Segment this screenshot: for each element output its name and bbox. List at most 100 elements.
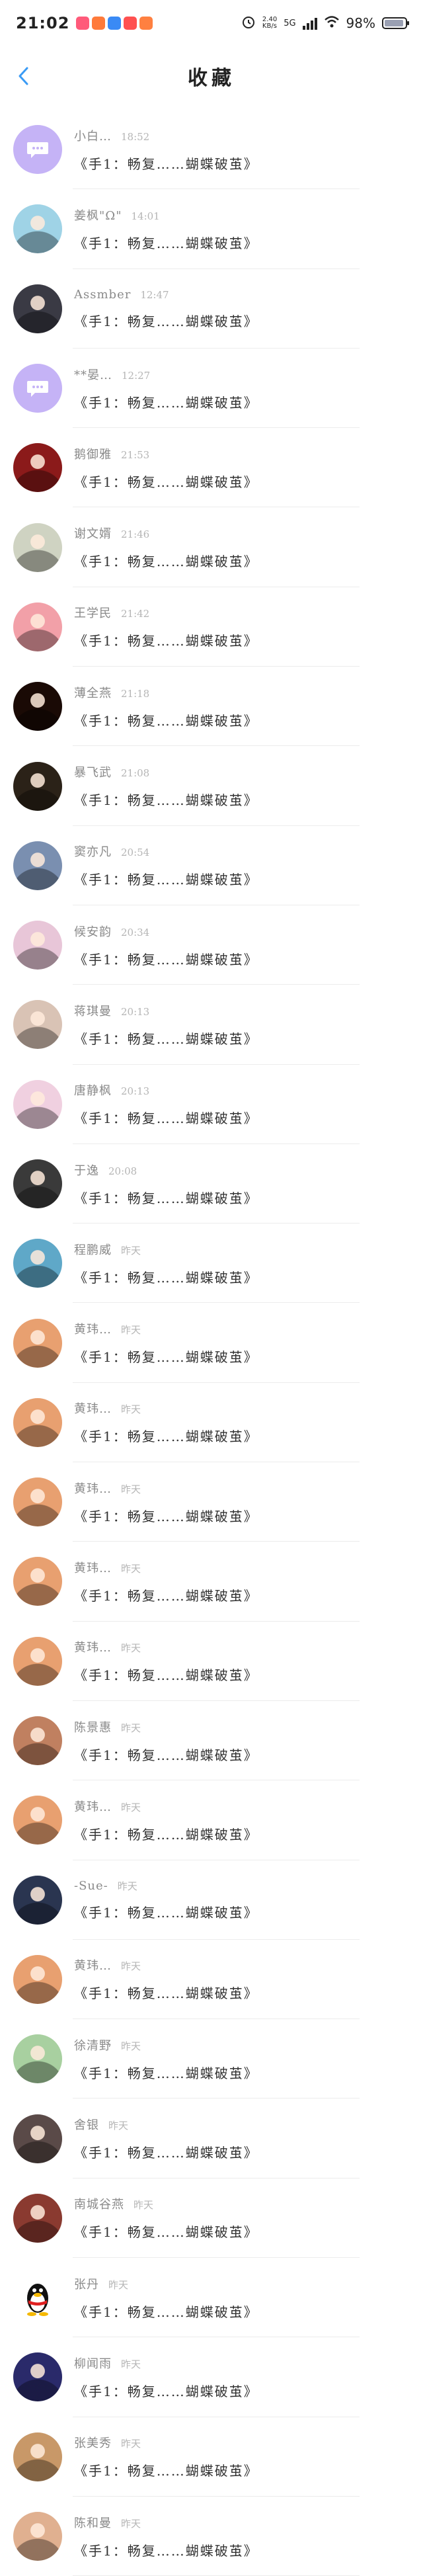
message-body: 于逸 20:08 《手1：畅复……蝴蝶破茧》 [74, 1161, 258, 1207]
list-item[interactable]: 暴飞武 21:08 《手1：畅复……蝴蝶破茧》 [0, 746, 423, 826]
message-meta: Assmber 12:47 [74, 288, 258, 302]
list-item[interactable]: 张美秀 昨天 《手1：畅复……蝴蝶破茧》 [0, 2417, 423, 2497]
list-item[interactable]: 陈和曼 昨天 《手1：畅复……蝴蝶破茧》 [0, 2497, 423, 2576]
list-item[interactable]: 姜枫"Ω" 14:01 《手1：畅复……蝴蝶破茧》 [0, 189, 423, 269]
avatar[interactable] [13, 2432, 62, 2481]
avatar[interactable] [13, 2512, 62, 2561]
avatar[interactable] [13, 1875, 62, 1925]
list-item[interactable]: 谢文婿 21:46 《手1：畅复……蝴蝶破茧》 [0, 507, 423, 588]
list-item[interactable]: 于逸 20:08 《手1：畅复……蝴蝶破茧》 [0, 1144, 423, 1224]
avatar[interactable] [13, 602, 62, 651]
message-content: 《手1：畅复……蝴蝶破茧》 [74, 1429, 258, 1445]
avatar[interactable] [13, 284, 62, 333]
avatar[interactable] [13, 761, 62, 811]
list-item[interactable]: 柳闻雨 昨天 《手1：畅复……蝴蝶破茧》 [0, 2337, 423, 2417]
avatar-photo [13, 1079, 62, 1129]
network-speed: 2.40 KB/s [262, 16, 278, 30]
message-meta: 黄玮… 昨天 [74, 1638, 258, 1655]
avatar[interactable] [13, 1318, 62, 1368]
back-button[interactable] [13, 63, 33, 89]
list-item[interactable]: 舍银 昨天 《手1：畅复……蝴蝶破茧》 [0, 2098, 423, 2179]
avatar[interactable] [13, 1954, 62, 2004]
message-body: 舍银 昨天 《手1：畅复……蝴蝶破茧》 [74, 2116, 258, 2161]
sender-name: Assmber [74, 287, 132, 302]
list-item[interactable]: 黄玮… 昨天 《手1：畅复……蝴蝶破茧》 [0, 1542, 423, 1622]
chat-bubble-icon[interactable] [13, 364, 62, 413]
message-meta: 陈景惠 昨天 [74, 1718, 258, 1735]
list-item[interactable]: 小白… 18:52 《手1：畅复……蝴蝶破茧》 [0, 110, 423, 190]
sender-name: 暴飞武 [74, 766, 112, 780]
list-item[interactable]: 黄玮… 昨天 《手1：畅复……蝴蝶破茧》 [0, 1780, 423, 1860]
alarm-icon [241, 15, 256, 32]
avatar-photo [13, 443, 62, 493]
avatar[interactable] [13, 2352, 62, 2402]
avatar[interactable] [13, 1636, 62, 1686]
list-item[interactable]: 黄玮… 昨天 《手1：畅复……蝴蝶破茧》 [0, 1383, 423, 1463]
message-content: 《手1：畅复……蝴蝶破茧》 [74, 1985, 258, 2002]
message-meta: 柳闻雨 昨天 [74, 2354, 258, 2372]
message-time: 20:08 [108, 1165, 137, 1177]
network-type: 5G [284, 18, 296, 28]
list-item[interactable]: **晏… 12:27 《手1：畅复……蝴蝶破茧》 [0, 349, 423, 429]
list-item[interactable]: 黄玮… 昨天 《手1：畅复……蝴蝶破茧》 [0, 1462, 423, 1542]
list-item[interactable]: 唐静枫 20:13 《手1：畅复……蝴蝶破茧》 [0, 1065, 423, 1145]
avatar[interactable] [13, 1557, 62, 1606]
avatar[interactable] [13, 522, 62, 572]
avatar-photo [13, 1477, 62, 1527]
message-body: 窦亦凡 20:54 《手1：畅复……蝴蝶破茧》 [74, 843, 258, 888]
avatar[interactable] [13, 1716, 62, 1766]
chat-bubble-icon[interactable] [13, 125, 62, 175]
list-item[interactable]: Assmber 12:47 《手1：畅复……蝴蝶破茧》 [0, 269, 423, 349]
list-item[interactable]: 鹅御雅 21:53 《手1：畅复……蝴蝶破茧》 [0, 428, 423, 508]
avatar[interactable] [13, 1477, 62, 1527]
message-time: 12:27 [122, 369, 151, 382]
list-item[interactable]: 程鹏威 昨天 《手1：畅复……蝴蝶破茧》 [0, 1224, 423, 1304]
avatar-photo [13, 921, 62, 970]
message-content: 《手1：畅复……蝴蝶破茧》 [74, 1508, 258, 1524]
message-time: 昨天 [121, 1403, 141, 1416]
message-content: 《手1：畅复……蝴蝶破茧》 [74, 2304, 258, 2320]
message-content: 《手1：畅复……蝴蝶破茧》 [74, 554, 258, 570]
list-item[interactable]: 黄玮… 昨天 《手1：畅复……蝴蝶破茧》 [0, 1303, 423, 1384]
list-item[interactable]: 窦亦凡 20:54 《手1：畅复……蝴蝶破茧》 [0, 826, 423, 906]
list-item[interactable]: 张丹 昨天 《手1：畅复……蝴蝶破茧》 [0, 2258, 423, 2338]
message-body: 谢文婿 21:46 《手1：畅复……蝴蝶破茧》 [74, 524, 258, 570]
message-meta: 张美秀 昨天 [74, 2434, 258, 2451]
list-item[interactable]: 南城谷燕 昨天 《手1：畅复……蝴蝶破茧》 [0, 2179, 423, 2259]
avatar-photo [13, 204, 62, 254]
message-time: 21:42 [121, 608, 150, 620]
app-notification-icon [124, 17, 137, 30]
avatar[interactable] [13, 443, 62, 493]
sender-name: 于逸 [74, 1163, 99, 1178]
avatar[interactable] [13, 682, 62, 731]
qq-penguin-icon[interactable] [13, 2273, 62, 2323]
list-item[interactable]: 徐清野 昨天 《手1：畅复……蝴蝶破茧》 [0, 2019, 423, 2099]
status-right: 2.40 KB/s 5G 98% [241, 15, 409, 32]
avatar[interactable] [13, 1796, 62, 1845]
avatar[interactable] [13, 2114, 62, 2163]
avatar[interactable] [13, 1000, 62, 1050]
list-item[interactable]: 王学民 21:42 《手1：畅复……蝴蝶破茧》 [0, 587, 423, 667]
avatar[interactable] [13, 1079, 62, 1129]
list-item[interactable]: -Sue- 昨天 《手1：畅复……蝴蝶破茧》 [0, 1860, 423, 1940]
status-left: 21:02 [16, 14, 153, 32]
list-item[interactable]: 薄全燕 21:18 《手1：畅复……蝴蝶破茧》 [0, 667, 423, 747]
avatar[interactable] [13, 2193, 62, 2243]
message-content: 《手1：畅复……蝴蝶破茧》 [74, 1030, 258, 1047]
avatar[interactable] [13, 921, 62, 970]
avatar-photo [13, 1159, 62, 1208]
avatar[interactable] [13, 2034, 62, 2084]
avatar[interactable] [13, 204, 62, 254]
list-item[interactable]: 陈景惠 昨天 《手1：畅复……蝴蝶破茧》 [0, 1701, 423, 1781]
list-item[interactable]: 候安韵 20:34 《手1：畅复……蝴蝶破茧》 [0, 905, 423, 985]
avatar[interactable] [13, 1239, 62, 1288]
message-content: 《手1：畅复……蝴蝶破茧》 [74, 235, 258, 251]
avatar[interactable] [13, 841, 62, 890]
avatar-photo [13, 1636, 62, 1686]
list-item[interactable]: 黄玮… 昨天 《手1：畅复……蝴蝶破茧》 [0, 1622, 423, 1702]
list-item[interactable]: 蒋琪曼 20:13 《手1：畅复……蝴蝶破茧》 [0, 985, 423, 1065]
avatar[interactable] [13, 1397, 62, 1447]
avatar-photo [13, 1397, 62, 1447]
avatar[interactable] [13, 1159, 62, 1208]
list-item[interactable]: 黄玮… 昨天 《手1：畅复……蝴蝶破茧》 [0, 1940, 423, 2020]
